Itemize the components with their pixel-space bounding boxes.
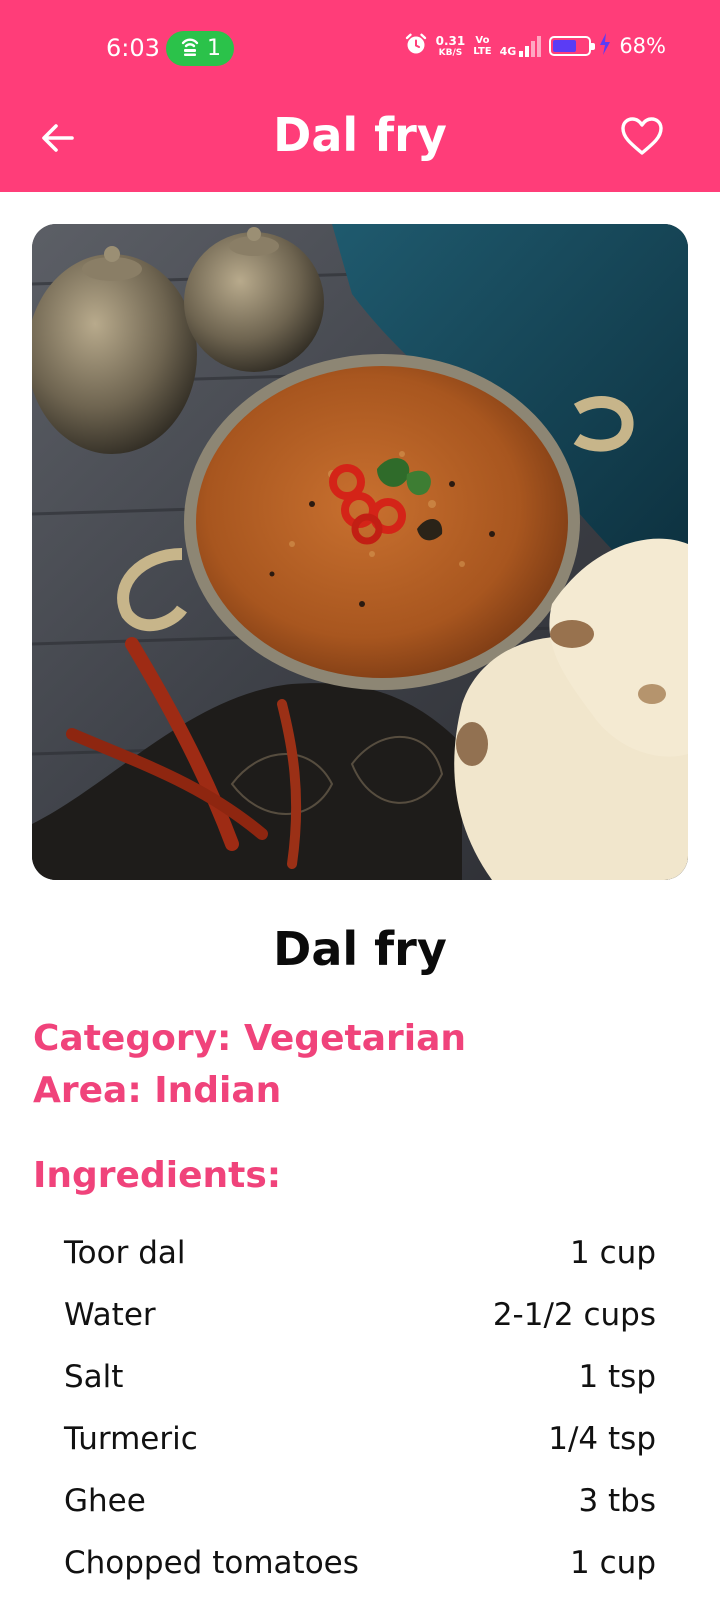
heart-outline-icon	[620, 116, 664, 161]
net-speed-unit: KB/S	[438, 47, 463, 58]
recipe-title: Dal fry	[273, 922, 447, 976]
ingredient-measure: 3 tbs	[578, 1483, 656, 1519]
signal-bars-icon	[519, 35, 542, 57]
status-right: 0.31 KB/S Vo LTE 4G 68%	[404, 32, 666, 60]
ingredient-measure: 1 cup	[570, 1235, 656, 1271]
charging-bolt-icon	[599, 33, 611, 59]
hotspot-icon	[179, 35, 201, 62]
ingredient-row: Chopped tomatoes 1 cup	[64, 1532, 656, 1594]
status-bar: 6:03 1 0.31 KB/S Vo LTE 4G 68%	[0, 0, 720, 96]
recipe-area: Area: Indian	[33, 1070, 282, 1111]
network-type: 4G	[499, 45, 517, 58]
ingredient-row: Toor dal 1 cup	[64, 1222, 656, 1284]
ingredient-measure: 1/4 tsp	[548, 1421, 656, 1457]
hotspot-badge: 1	[166, 31, 234, 66]
volte-indicator: Vo LTE	[473, 35, 491, 57]
volte-top: Vo	[475, 35, 490, 46]
ingredient-name: Salt	[64, 1359, 124, 1395]
volte-bottom: LTE	[473, 46, 492, 57]
recipe-image	[32, 224, 688, 880]
battery-icon	[549, 36, 596, 56]
recipe-category: Category: Vegetarian	[33, 1018, 467, 1059]
hotspot-count: 1	[207, 36, 221, 61]
ingredient-measure: 1 tsp	[578, 1359, 656, 1395]
ingredients-list: Toor dal 1 cup Water 2-1/2 cups Salt 1 t…	[64, 1222, 656, 1594]
ingredient-name: Chopped tomatoes	[64, 1545, 359, 1581]
alarm-icon	[404, 32, 428, 60]
net-speed-value: 0.31	[435, 33, 466, 48]
ingredient-name: Turmeric	[64, 1421, 198, 1457]
app-bar: Dal fry	[0, 96, 720, 192]
ingredient-row: Turmeric 1/4 tsp	[64, 1408, 656, 1470]
favorite-button[interactable]	[616, 112, 668, 164]
app-bar-title: Dal fry	[273, 108, 447, 162]
ingredient-name: Toor dal	[64, 1235, 186, 1271]
status-time: 6:03	[106, 34, 160, 62]
ingredient-row: Ghee 3 tbs	[64, 1470, 656, 1532]
ingredient-measure: 1 cup	[570, 1545, 656, 1581]
battery-percent: 68%	[619, 34, 666, 58]
ingredient-row: Salt 1 tsp	[64, 1346, 656, 1408]
net-speed: 0.31 KB/S	[435, 33, 466, 58]
dal-fry-photo	[32, 224, 688, 880]
top-bar: 6:03 1 0.31 KB/S Vo LTE 4G 68% Dal fry	[0, 0, 720, 192]
ingredient-name: Ghee	[64, 1483, 146, 1519]
ingredient-row: Water 2-1/2 cups	[64, 1284, 656, 1346]
ingredient-measure: 2-1/2 cups	[492, 1297, 656, 1333]
cell-signal: 4G	[500, 35, 542, 57]
ingredients-heading: Ingredients:	[33, 1155, 282, 1196]
ingredient-name: Water	[64, 1297, 156, 1333]
